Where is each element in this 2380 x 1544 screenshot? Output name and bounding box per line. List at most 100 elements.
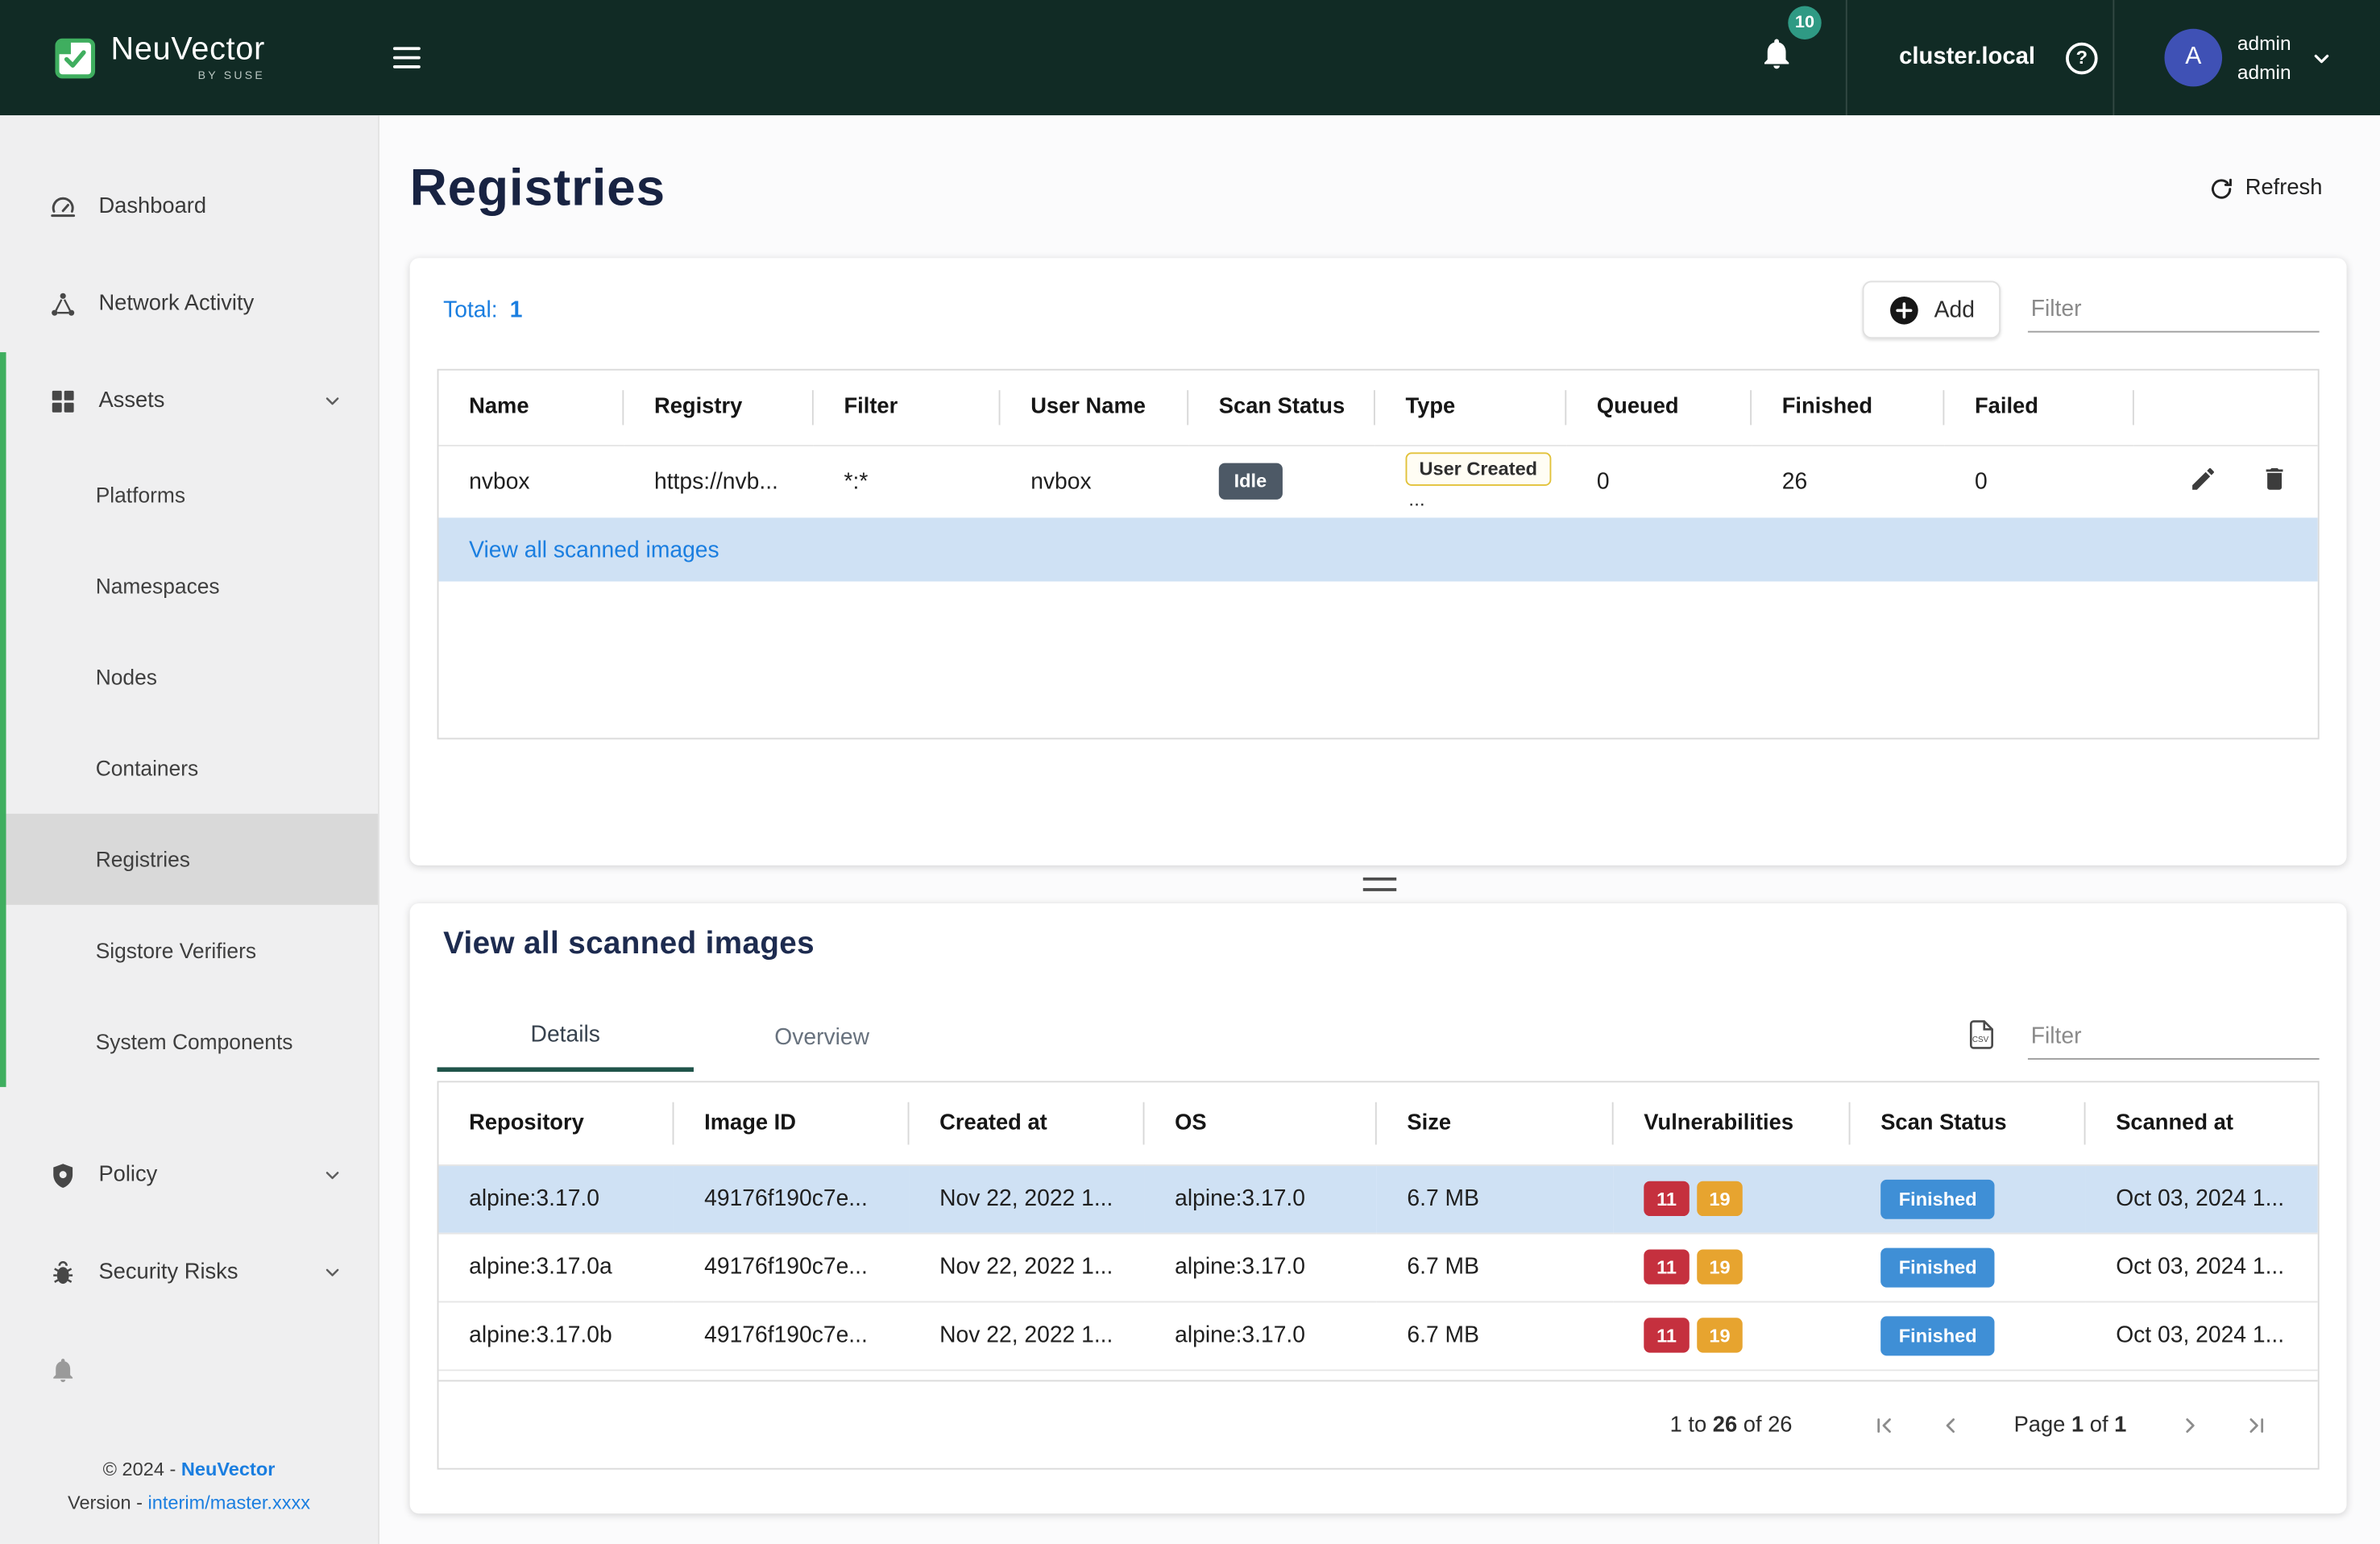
sidebar-item-containers[interactable]: Containers	[0, 723, 378, 814]
sidebar-item-label: Policy	[98, 1163, 157, 1187]
dashboard-icon	[48, 192, 77, 221]
sidebar: Dashboard Network Activity	[0, 115, 379, 1544]
table-scroll-sliver	[438, 1369, 2317, 1380]
export-csv-button[interactable]: CSV	[1963, 1015, 2001, 1058]
help-icon[interactable]: ?	[2066, 42, 2098, 74]
user-name: admin	[2237, 29, 2291, 58]
sidebar-item-sigstore-verifiers[interactable]: Sigstore Verifiers	[0, 905, 378, 996]
neuvector-link[interactable]: NeuVector	[181, 1459, 276, 1480]
column-header-finished[interactable]: Finished	[1752, 371, 1944, 445]
column-header-repository[interactable]: Repository	[438, 1082, 674, 1164]
sidebar-item-platforms[interactable]: Platforms	[0, 450, 378, 541]
registry-row[interactable]: nvbox https://nvb... *:* nvbox Idle User…	[438, 445, 2317, 517]
sidebar-item-label: Registries	[96, 847, 190, 871]
cell-scan-status: Finished	[1851, 1164, 2086, 1233]
chevron-down-icon	[323, 1263, 342, 1281]
brand-logo[interactable]: NeuVector BY SUSE	[55, 34, 265, 81]
page-label: Page 1 of 1	[2014, 1413, 2127, 1437]
delete-icon[interactable]	[2260, 464, 2289, 493]
neuvector-app: NeuVector BY SUSE 10 cluster.local ? A a…	[0, 0, 2380, 1544]
column-header-image-id[interactable]: Image ID	[674, 1082, 909, 1164]
sidebar-item-assets[interactable]: Assets	[0, 352, 378, 450]
column-header-size[interactable]: Size	[1377, 1082, 1614, 1164]
page-mid: of	[2084, 1413, 2114, 1437]
previous-page-button[interactable]	[1935, 1409, 1966, 1440]
column-header-created-at[interactable]: Created at	[909, 1082, 1144, 1164]
cell-vulnerabilities: 1119	[1614, 1164, 1851, 1233]
sidebar-item-network-activity[interactable]: Network Activity	[0, 255, 378, 353]
range-prefix: 1 to	[1670, 1413, 1713, 1437]
image-row[interactable]: alpine:3.17.0b 49176f190c7e... Nov 22, 2…	[438, 1301, 2317, 1370]
medium-vulns-badge: 19	[1697, 1318, 1743, 1353]
cell-registry: https://nvb...	[624, 445, 813, 517]
sidebar-item-dashboard[interactable]: Dashboard	[0, 158, 378, 255]
assets-icon	[48, 386, 77, 415]
sidebar-item-security-risks[interactable]: Security Risks	[0, 1223, 378, 1321]
panel-resize-handle[interactable]	[1363, 878, 1396, 891]
cell-filter: *:*	[814, 445, 1001, 517]
cluster-name[interactable]: cluster.local	[1868, 44, 2066, 72]
column-header-failed[interactable]: Failed	[1944, 371, 2133, 445]
column-header-scan-status[interactable]: Scan Status	[1851, 1082, 2086, 1164]
sidebar-item-label: Platforms	[96, 483, 185, 507]
notification-count-badge: 10	[1788, 6, 1821, 39]
column-header-scanned-at[interactable]: Scanned at	[2086, 1082, 2318, 1164]
column-header-type[interactable]: Type	[1375, 371, 1566, 445]
first-page-button[interactable]	[1868, 1409, 1899, 1440]
top-bar: NeuVector BY SUSE 10 cluster.local ? A a…	[0, 0, 2380, 115]
user-menu[interactable]: A admin admin	[2114, 0, 2380, 115]
sidebar-item-registries[interactable]: Registries	[0, 814, 378, 905]
refresh-icon	[2209, 176, 2235, 201]
column-header-name[interactable]: Name	[438, 371, 624, 445]
column-header-os[interactable]: OS	[1144, 1082, 1376, 1164]
cell-size: 6.7 MB	[1377, 1164, 1614, 1233]
sidebar-item-partial[interactable]	[0, 1321, 378, 1418]
column-header-user-name[interactable]: User Name	[1001, 371, 1189, 445]
cell-scan-status: Finished	[1851, 1301, 2086, 1370]
edit-icon[interactable]	[2189, 464, 2218, 493]
sidebar-item-nodes[interactable]: Nodes	[0, 632, 378, 723]
registries-toolbar: Total:1 Add	[410, 258, 2347, 358]
version-line: Version - interim/master.xxxx	[0, 1486, 378, 1519]
sidebar-item-namespaces[interactable]: Namespaces	[0, 541, 378, 632]
images-filter-input[interactable]	[2028, 1014, 2320, 1060]
cell-queued: 0	[1566, 445, 1752, 517]
view-all-scanned-images-row[interactable]: View all scanned images	[438, 517, 2317, 581]
cell-finished: 26	[1752, 445, 1944, 517]
previous-page-icon	[1938, 1413, 1962, 1437]
type-ellipsis: ...	[1408, 487, 1424, 509]
total-label: Total:	[443, 297, 498, 322]
column-header-actions	[2134, 371, 2318, 445]
brand-subtitle: BY SUSE	[198, 70, 265, 81]
network-activity-icon	[48, 289, 77, 318]
notifications-icon	[48, 1355, 77, 1384]
column-header-queued[interactable]: Queued	[1566, 371, 1752, 445]
column-header-registry[interactable]: Registry	[624, 371, 813, 445]
image-row[interactable]: alpine:3.17.0 49176f190c7e... Nov 22, 20…	[438, 1164, 2317, 1233]
registries-card: Total:1 Add	[410, 258, 2347, 865]
sidebar-item-policy[interactable]: Policy	[0, 1127, 378, 1224]
add-registry-button[interactable]: Add	[1863, 281, 2001, 339]
cell-scanned-at: Oct 03, 2024 1...	[2086, 1301, 2318, 1370]
policy-icon	[48, 1160, 77, 1189]
column-header-vulnerabilities[interactable]: Vulnerabilities	[1614, 1082, 1851, 1164]
view-all-link[interactable]: View all scanned images	[469, 537, 719, 562]
last-page-button[interactable]	[2242, 1409, 2273, 1440]
refresh-button[interactable]: Refresh	[2209, 176, 2323, 201]
sidebar-item-system-components[interactable]: System Components	[0, 996, 378, 1087]
registries-filter-input[interactable]	[2028, 287, 2320, 333]
next-page-button[interactable]	[2175, 1409, 2206, 1440]
cell-created-at: Nov 22, 2022 1...	[909, 1301, 1144, 1370]
tab-details[interactable]: Details	[437, 1002, 694, 1072]
menu-toggle-button[interactable]	[387, 40, 426, 75]
total-count: Total:1	[443, 297, 522, 322]
tab-overview[interactable]: Overview	[694, 1002, 950, 1072]
notifications-button[interactable]: 10	[1753, 31, 1800, 85]
image-row[interactable]: alpine:3.17.0a 49176f190c7e... Nov 22, 2…	[438, 1233, 2317, 1301]
sidebar-item-label: Assets	[98, 388, 164, 413]
version-link[interactable]: interim/master.xxxx	[148, 1492, 311, 1513]
column-header-filter[interactable]: Filter	[814, 371, 1001, 445]
sidebar-item-label: Security Risks	[98, 1260, 238, 1285]
add-label: Add	[1934, 297, 1975, 322]
column-header-scan-status[interactable]: Scan Status	[1188, 371, 1375, 445]
